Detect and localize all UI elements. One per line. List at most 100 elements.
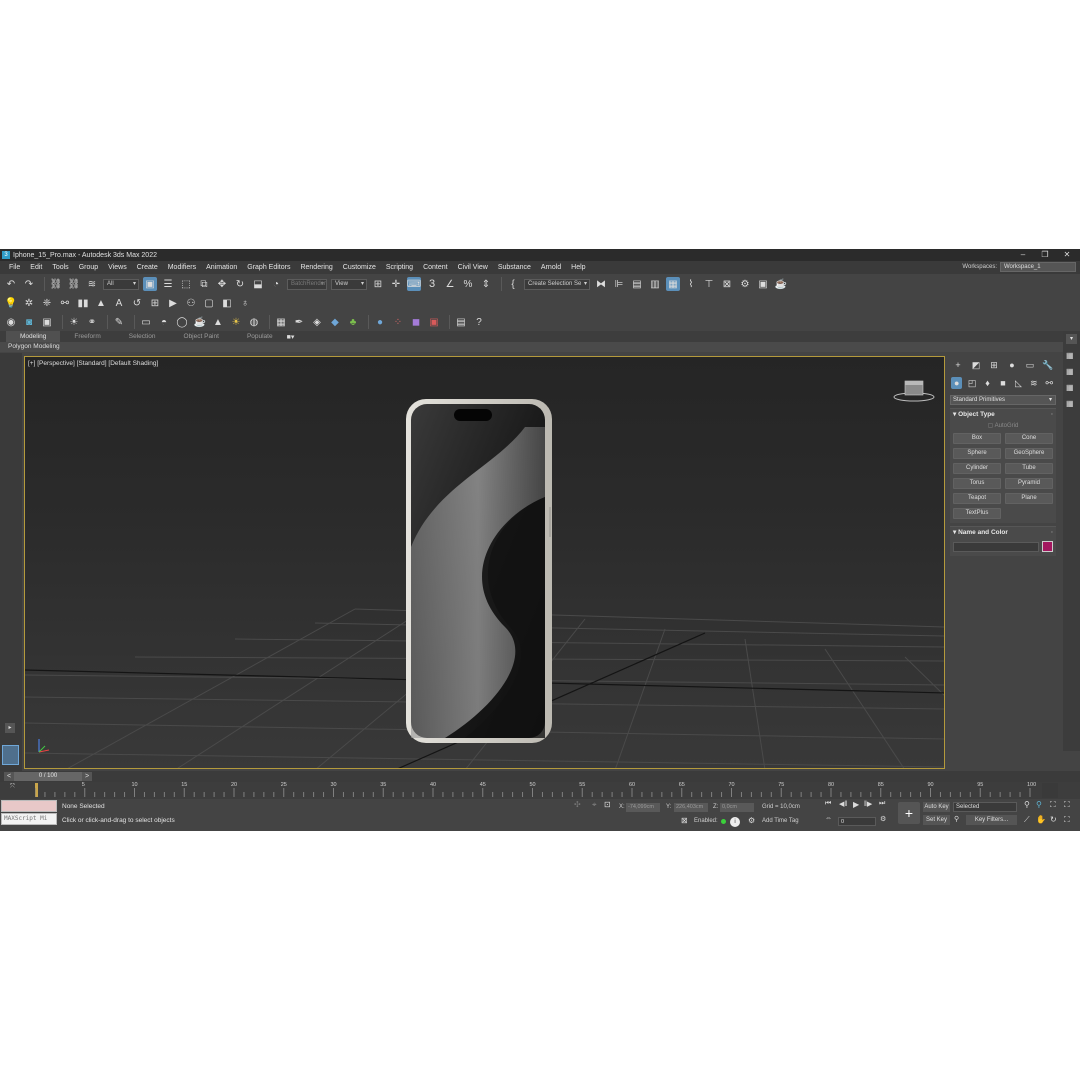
previous-frame-icon[interactable]: ◀‖ [839,800,847,808]
edit-named-selection-icon[interactable]: { [506,277,520,291]
checker-icon[interactable]: ▦ [274,315,288,329]
y-coordinate-field[interactable]: 226,403cm [674,803,708,812]
wrench-icon[interactable]: ✎ [112,315,126,329]
perspective-viewport[interactable]: [+] [Perspective] [Standard] [Default Sh… [24,356,945,769]
render-view-icon[interactable]: ▣ [427,315,441,329]
menu-file[interactable]: File [4,264,25,271]
tab-object-paint[interactable]: Object Paint [170,331,233,342]
time-next-button[interactable]: > [82,772,92,781]
sunlight-icon[interactable]: ☀ [229,315,243,329]
space-warps-icon[interactable]: ≋ [1028,377,1039,389]
maxscript-input[interactable]: MAXScript Mi [1,813,57,825]
maxscript-listener-pink[interactable] [1,800,57,812]
color-picker-icon[interactable]: ✒ [292,315,306,329]
bulb-icon[interactable]: ♁ [238,296,252,310]
torus-button[interactable]: Torus [953,478,1001,489]
arnold-log-icon[interactable]: ▤ [454,315,468,329]
menu-create[interactable]: Create [132,264,163,271]
set-key-button[interactable]: Set Key [923,815,950,825]
hierarchy-tab-icon[interactable]: ⊞ [987,359,1001,371]
keyboard-shortcut-override-icon[interactable]: ⌨ [407,277,421,291]
teapot-button[interactable]: Teapot [953,493,1001,504]
lock-selection-icon[interactable]: ⌖ [592,800,597,810]
zoom-extents-all-icon[interactable]: ⛶ [1064,800,1070,810]
modify-tab-icon[interactable]: ◩ [969,359,983,371]
maximize-button[interactable]: ❐ [1034,249,1056,261]
mirror-icon[interactable]: ⧓ [594,277,608,291]
isolate-icon[interactable]: ✣ [574,800,581,809]
textplus-button[interactable]: TextPlus [953,508,1001,519]
batch-render-combo[interactable]: BatchRender [287,278,327,290]
material-ball-icon[interactable]: ◆ [328,315,342,329]
adaptive-degradation-icon[interactable]: ⊠ [681,816,688,825]
named-selection-sets-combo[interactable]: Create Selection Se [524,278,590,290]
video-icon[interactable]: ▶ [166,296,180,310]
material-editor-icon[interactable]: ⊠ [720,277,734,291]
geometry-icon[interactable]: ● [951,377,963,389]
lights-icon[interactable]: ♦ [982,377,993,389]
box-button[interactable]: Box [953,433,1001,444]
frame-icon[interactable]: ▢ [202,296,216,310]
menu-rendering[interactable]: Rendering [295,264,337,271]
menu-tools[interactable]: Tools [47,264,73,271]
z-coordinate-field[interactable]: 0,0cm [720,803,754,812]
object-type-header[interactable]: Object Type ▫ [950,409,1056,420]
help-circle-icon[interactable]: ? [472,315,486,329]
menu-customize[interactable]: Customize [338,264,381,271]
curve-editor-icon[interactable]: ⌇ [684,277,698,291]
object-name-field[interactable] [953,541,1039,552]
undo-icon[interactable]: ↶ [4,277,18,291]
book-icon[interactable]: ▮▮ [76,296,90,310]
grid-plane-icon[interactable]: ⊞ [148,296,162,310]
schematic-view-icon[interactable]: ⊤ [702,277,716,291]
viewcube-icon[interactable] [893,380,935,402]
next-frame-icon[interactable]: ‖▶ [864,800,872,808]
toggle-ribbon-icon[interactable]: ▦ [666,277,680,291]
orbit-view-icon[interactable]: ↻ [1050,815,1057,824]
time-prev-button[interactable]: < [4,772,14,781]
sphere-light-icon[interactable]: ◯ [175,315,189,329]
move-icon[interactable]: ✥ [215,277,229,291]
layer-explorer-icon[interactable]: ▥ [648,277,662,291]
select-manipulate-icon[interactable]: ✛ [389,277,403,291]
track-bar[interactable]: ⤧ 5 10 15 20 25 30 35 40 45 50 55 60 65 70 75 80 85 90 95 1… [0,782,1080,799]
select-object-icon[interactable]: ▣ [143,277,157,291]
motion-tab-icon[interactable]: ● [1005,359,1019,371]
bind-space-warp-icon[interactable]: ≋ [85,277,99,291]
helpers-icon[interactable]: ◺ [1013,377,1024,389]
link-icon[interactable]: ⛓ [49,277,63,291]
tab-modeling[interactable]: Modeling [6,331,61,342]
set-key-icon[interactable]: + [898,802,920,824]
rendered-frame-window-icon[interactable]: ▣ [756,277,770,291]
tab-freeform[interactable]: Freeform [60,331,114,342]
display-tab-icon[interactable]: ▭ [1023,359,1037,371]
add-time-tag[interactable]: Add Time Tag [762,818,799,824]
object-group-icon[interactable]: ⚭ [85,315,99,329]
x-coordinate-field[interactable]: -74,099cm [626,803,660,812]
key-filters-button[interactable]: Key Filters... [966,815,1017,825]
absolute-mode-icon[interactable]: ⊡ [604,800,611,809]
autogrid-checkbox[interactable]: ▢ AutoGrid [950,422,1056,429]
text-icon[interactable]: A [112,296,126,310]
minimize-button[interactable]: – [1012,249,1034,261]
cylinder-button[interactable]: Cylinder [953,463,1001,474]
key-filters-icon[interactable]: ⚲ [954,815,959,823]
menu-scripting[interactable]: Scripting [381,264,418,271]
cameras-icon[interactable]: ■ [997,377,1008,389]
scene-explorer-dock-icon[interactable]: ▦ [1066,351,1077,361]
group-light-icon[interactable]: ☀ [67,315,81,329]
select-by-name-icon[interactable]: ☰ [161,277,175,291]
pan-icon[interactable]: ✋ [1036,815,1046,824]
spinner-snap-icon[interactable]: ⇕ [479,277,493,291]
shapes-icon[interactable]: ◰ [966,377,977,389]
render-setup-icon[interactable]: ⚙ [738,277,752,291]
tab-selection[interactable]: Selection [115,331,170,342]
sun-icon[interactable]: ✲ [22,296,36,310]
align-icon[interactable]: ⊫ [612,277,626,291]
asset-dock-icon[interactable]: ▦ [1066,383,1077,393]
systems-icon[interactable]: ⚯ [1044,377,1055,389]
iphone-model[interactable] [406,399,552,743]
light-icon[interactable]: 💡 [4,296,18,310]
menu-help[interactable]: Help [566,264,590,271]
rotate-icon[interactable]: ↻ [233,277,247,291]
